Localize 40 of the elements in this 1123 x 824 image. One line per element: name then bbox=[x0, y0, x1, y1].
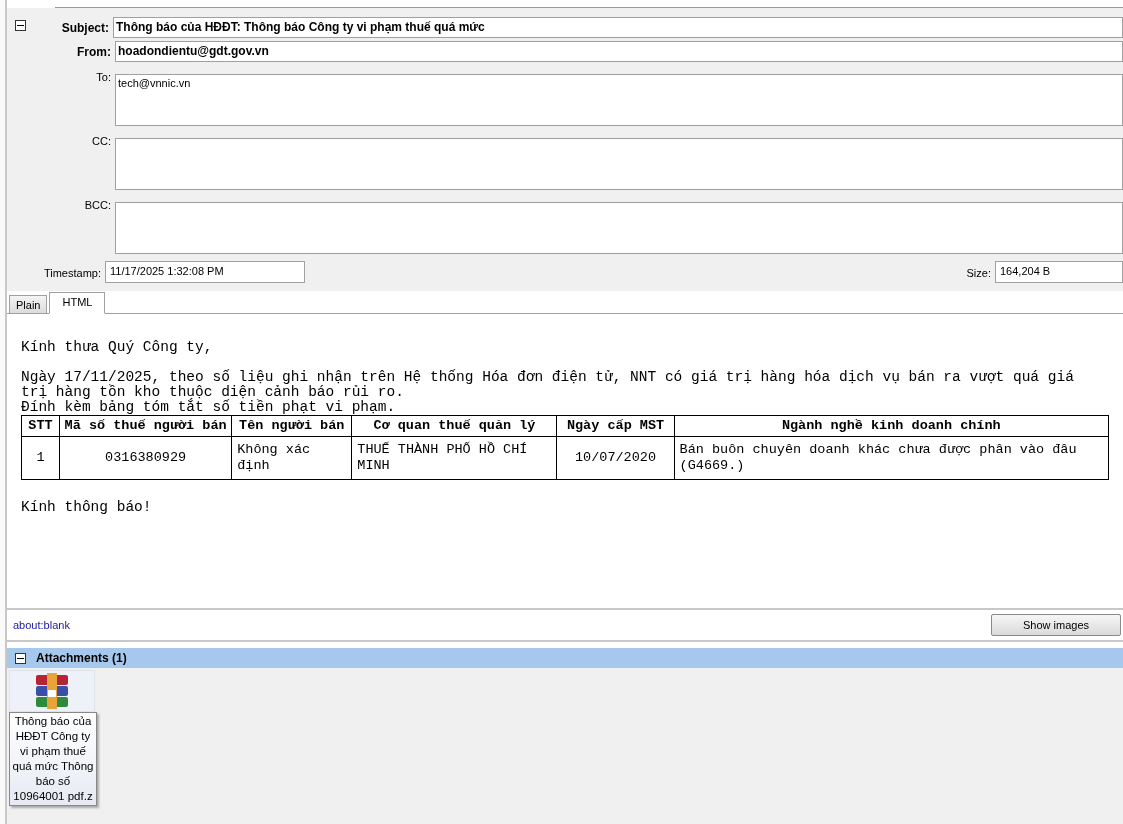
column-header: Ngày cấp MST bbox=[557, 415, 675, 437]
column-header: Cơ quan thuế quản lý bbox=[351, 415, 557, 437]
header-field[interactable]: Thông báo của HĐĐT: Thông báo Công ty vi phạm thuế quá mức bbox=[113, 17, 1123, 38]
column-header: Tên người bán bbox=[231, 415, 352, 437]
collapse-toggle[interactable] bbox=[15, 652, 26, 664]
recipient-field[interactable] bbox=[115, 202, 1123, 254]
recipient-field[interactable]: tech@vnnic.vn bbox=[115, 74, 1123, 126]
archive-icon bbox=[34, 673, 70, 709]
field-label: From: bbox=[76, 45, 112, 59]
url-link[interactable]: about:blank bbox=[13, 619, 70, 631]
table-cell: Không xác định bbox=[231, 436, 352, 480]
view-tab[interactable]: Plain bbox=[9, 295, 48, 313]
attachment-name[interactable]: Thông báo của HĐĐT Công ty vi phạm thuế quá mức Thông báo số 10964001 pdf.z bbox=[9, 712, 97, 806]
header-field[interactable]: hoadondientu@gdt.gov.vn bbox=[115, 41, 1123, 62]
column-header: STT bbox=[21, 415, 60, 437]
field-label: CC: bbox=[91, 135, 112, 147]
table-cell: Bán buôn chuyên doanh khác chưa được phân vào đâu (G4669.) bbox=[674, 436, 1109, 480]
field-label: To: bbox=[95, 71, 112, 83]
show-images-button[interactable]: Show images bbox=[991, 614, 1121, 636]
greeting-text: Kính thưa Quý Công ty, bbox=[21, 340, 214, 355]
column-header: Ngành nghề kinh doanh chính bbox=[674, 415, 1109, 437]
closing-text: Kính thông báo! bbox=[21, 500, 153, 515]
attachment-tile[interactable] bbox=[9, 670, 95, 712]
view-tab[interactable]: HTML bbox=[49, 292, 106, 314]
timestamp-field[interactable]: 11/17/2025 1:32:08 PM bbox=[105, 261, 305, 283]
collapse-toggle[interactable] bbox=[15, 20, 26, 31]
column-header: Mã số thuế người bán bbox=[59, 415, 232, 437]
table-cell: 10/07/2020 bbox=[557, 436, 675, 480]
recipient-field[interactable] bbox=[115, 138, 1123, 190]
attachments-title: Attachments (1) bbox=[36, 651, 127, 665]
field-label: Timestamp: bbox=[42, 267, 102, 279]
table-cell: 1 bbox=[21, 436, 60, 480]
table-cell: 0316380929 bbox=[59, 436, 232, 480]
field-label: Subject: bbox=[60, 21, 110, 35]
field-label: Size: bbox=[965, 267, 992, 279]
field-label: BCC: bbox=[83, 199, 112, 211]
table-cell: THUẾ THÀNH PHỐ HỒ CHÍ MINH bbox=[351, 436, 557, 480]
size-field[interactable]: 164,204 B bbox=[995, 261, 1123, 283]
body-paragraph: Ngày 17/11/2025, theo số liệu ghi nhận trên Hệ thống Hóa đơn điện tử, NNT có giá trị hàng hóa dịch vụ bán ra vượt quá giá trị hàng tồn kho thuộc diện cảnh báo rủi ro. bbox=[21, 370, 1075, 400]
body-paragraph: Đính kèm bảng tóm tắt số tiền phạt vi phạm. bbox=[21, 400, 397, 415]
